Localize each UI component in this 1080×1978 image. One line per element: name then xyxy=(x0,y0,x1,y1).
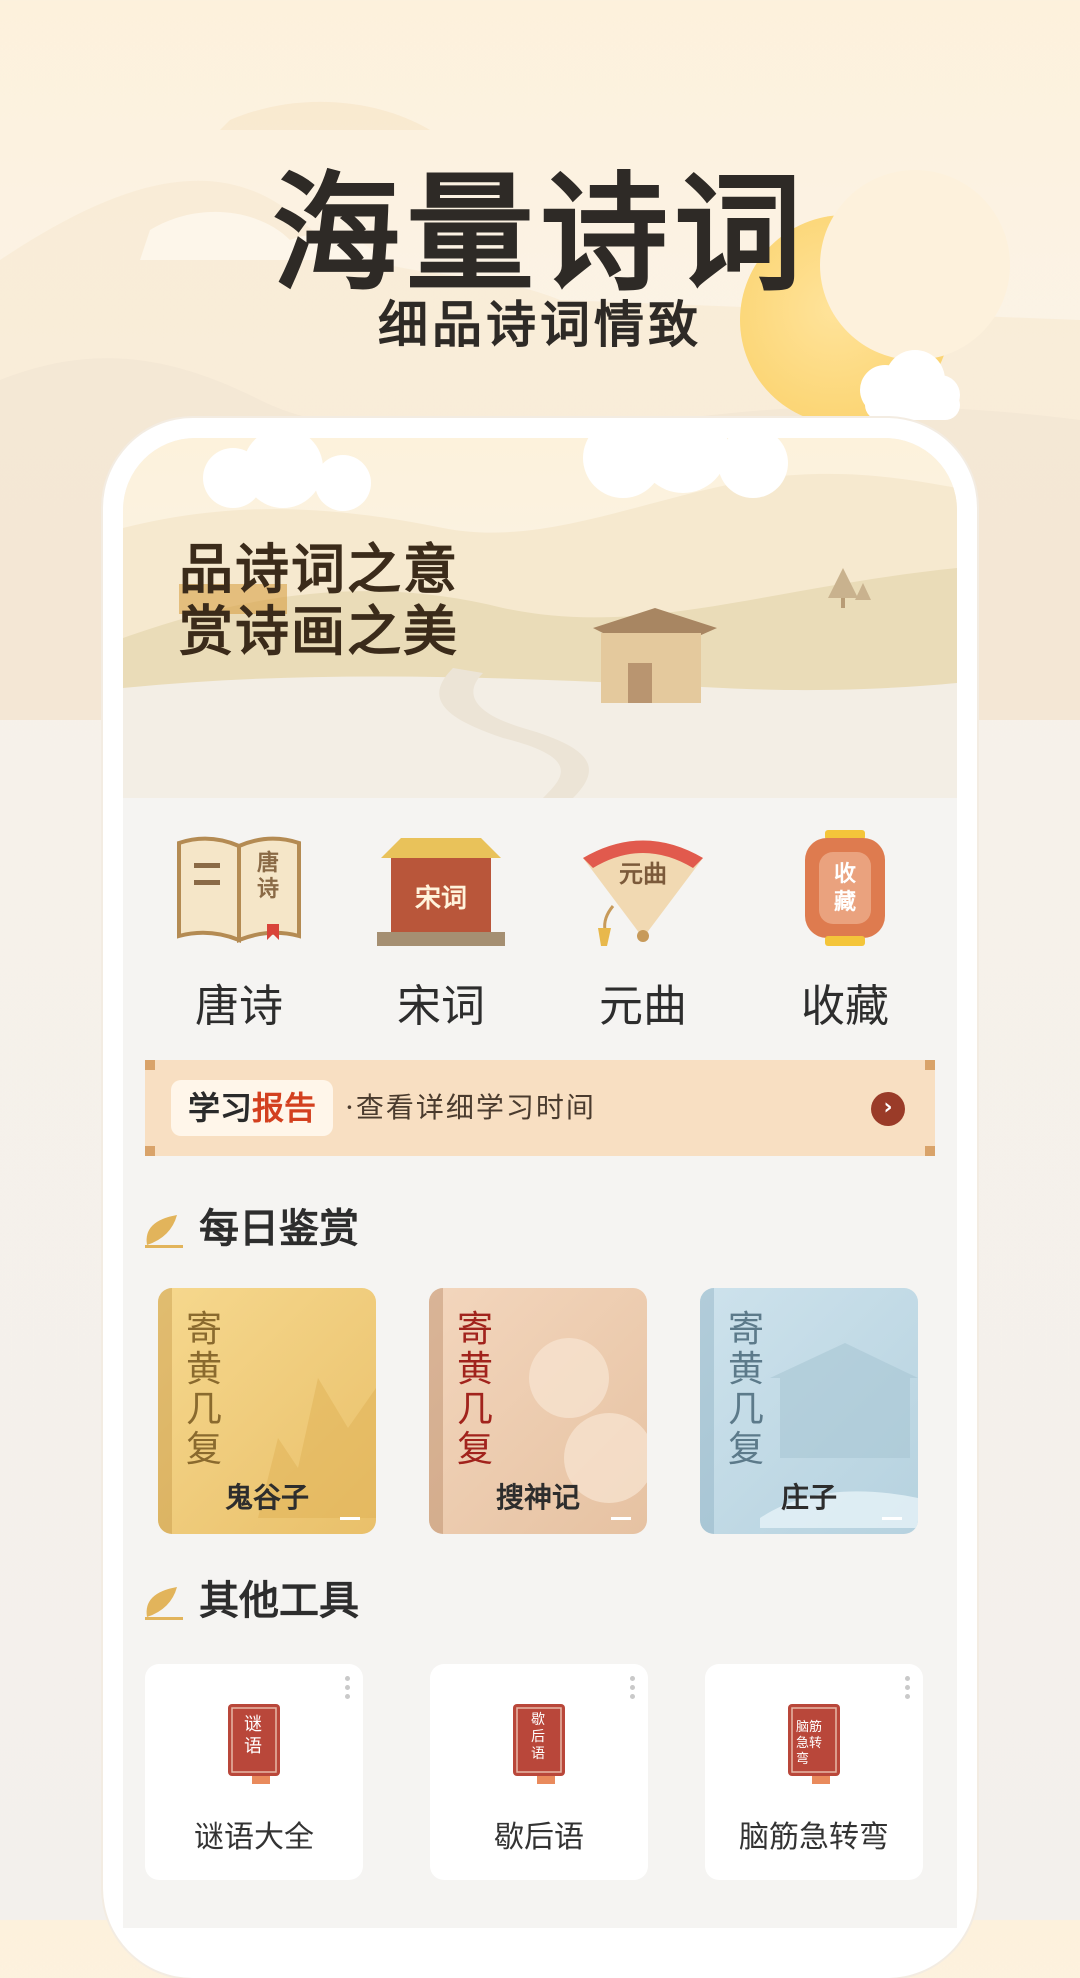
book-icon: 脑筋急转弯 xyxy=(784,1702,844,1786)
pavilion-icon-text: 宋词 xyxy=(414,884,467,914)
leaf-icon xyxy=(145,1215,183,1248)
tools-title-text: 其他工具 xyxy=(199,1578,359,1624)
tool-label: 谜语大全 xyxy=(194,1820,314,1855)
book-icon: 歇后语 xyxy=(509,1702,569,1786)
tool-riddles[interactable]: 谜语 谜语大全 xyxy=(145,1664,363,1880)
category-label: 收藏 xyxy=(801,981,889,1032)
corner-ornament xyxy=(925,1060,935,1070)
card-book-name: 搜神记 xyxy=(495,1481,580,1514)
card-book-name: 鬼谷子 xyxy=(224,1481,309,1514)
lantern-icon: 收藏 xyxy=(745,828,945,948)
card-poem-title: 寄黄几复 xyxy=(457,1309,494,1470)
book-icon-text: 脑筋急转弯 xyxy=(796,1720,823,1767)
report-tag-highlight: 报告 xyxy=(252,1089,317,1127)
corner-ornament xyxy=(145,1060,155,1070)
report-tag-prefix: 学习 xyxy=(187,1089,252,1127)
cloud-decoration xyxy=(860,350,960,420)
daily-card-3[interactable]: 寄黄几复 庄子 xyxy=(700,1288,918,1534)
card-dash xyxy=(882,1517,902,1520)
daily-card-1[interactable]: 寄黄几复 鬼谷子 xyxy=(158,1288,376,1534)
more-icon[interactable] xyxy=(905,1676,911,1703)
card-dash xyxy=(611,1517,631,1520)
daily-card-2[interactable]: 寄黄几复 搜神记 xyxy=(429,1288,647,1534)
report-description: ·查看详细学习时间 xyxy=(345,1091,596,1124)
card-poem-title: 寄黄几复 xyxy=(728,1309,765,1470)
app-screen: 品诗词之意 赏诗画之美 唐诗 唐诗 宋词 宋词 元曲 元曲 收藏 收藏 学习报告… xyxy=(123,438,957,1928)
slogan-line-1: 品诗词之意 xyxy=(179,537,459,601)
card-book-name: 庄子 xyxy=(780,1481,837,1514)
hero-banner[interactable]: 品诗词之意 赏诗画之美 xyxy=(123,438,957,798)
fan-icon: 元曲 xyxy=(543,828,743,948)
category-label: 唐诗 xyxy=(195,981,283,1032)
tool-brain-teasers[interactable]: 脑筋急转弯 脑筋急转弯 xyxy=(705,1664,923,1880)
book-icon-text: 谜语 xyxy=(244,1714,262,1757)
card-dash xyxy=(340,1517,360,1520)
category-favorites[interactable]: 收藏 收藏 xyxy=(745,828,945,1034)
daily-section-title: 每日鉴赏 xyxy=(141,1196,359,1254)
report-tag: 学习报告 xyxy=(171,1080,333,1136)
tool-label: 歇后语 xyxy=(494,1820,584,1855)
category-label: 元曲 xyxy=(599,981,687,1032)
chevron-right-icon[interactable]: › xyxy=(871,1092,905,1126)
category-row: 唐诗 唐诗 宋词 宋词 元曲 元曲 收藏 收藏 xyxy=(123,828,957,1032)
slogan-line-2: 赏诗画之美 xyxy=(179,599,459,663)
fan-icon-text: 元曲 xyxy=(619,859,667,888)
tool-label: 脑筋急转弯 xyxy=(739,1820,889,1855)
corner-ornament xyxy=(925,1146,935,1156)
more-icon[interactable] xyxy=(630,1676,636,1703)
card-poem-title: 寄黄几复 xyxy=(186,1309,223,1470)
lantern-icon-text: 收藏 xyxy=(834,861,857,915)
study-report-banner[interactable]: 学习报告 ·查看详细学习时间 › xyxy=(145,1060,935,1156)
daily-title-text: 每日鉴赏 xyxy=(199,1206,359,1252)
tools-section-title: 其他工具 xyxy=(141,1568,359,1626)
hero-subtitle: 细品诗词情致 xyxy=(378,296,702,354)
category-songci[interactable]: 宋词 宋词 xyxy=(341,828,541,1034)
book-icon: 唐诗 xyxy=(139,828,339,948)
tool-xiehouyu[interactable]: 歇后语 歇后语 xyxy=(430,1664,648,1880)
pavilion-icon: 宋词 xyxy=(341,828,541,948)
banner-slogan: 品诗词之意 赏诗画之美 xyxy=(179,538,459,662)
more-icon[interactable] xyxy=(345,1676,351,1703)
book-icon: 谜语 xyxy=(224,1702,284,1786)
book-icon-text: 唐诗 xyxy=(257,850,280,902)
category-label: 宋词 xyxy=(397,981,485,1032)
category-tangshi[interactable]: 唐诗 唐诗 xyxy=(139,828,339,1034)
category-yuanqu[interactable]: 元曲 元曲 xyxy=(543,828,743,1034)
leaf-icon xyxy=(145,1587,183,1620)
book-icon-text: 歇后语 xyxy=(531,1712,545,1762)
corner-ornament xyxy=(145,1146,155,1156)
